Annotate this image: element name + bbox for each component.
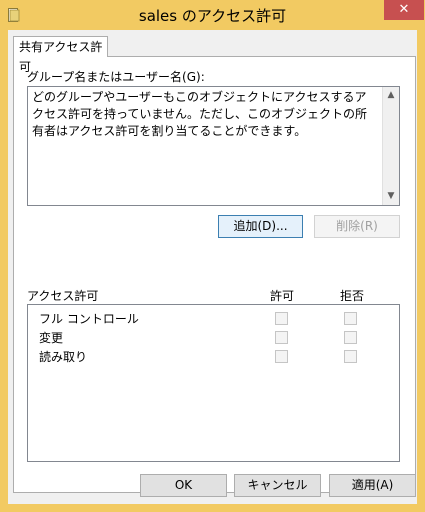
tab-share-permissions[interactable]: 共有アクセス許可 xyxy=(13,36,108,74)
close-icon: ✕ xyxy=(398,2,410,17)
deny-checkbox-change[interactable] xyxy=(344,331,357,344)
add-button[interactable]: 追加(D)... xyxy=(218,215,303,238)
tab-panel: グループ名またはユーザー名(G): どのグループやユーザーもこのオブジェクトにア… xyxy=(13,56,416,493)
allow-column-header: 許可 xyxy=(270,289,295,303)
permissions-label: アクセス許可 xyxy=(27,289,99,303)
scroll-up-arrow-icon[interactable]: ▲ xyxy=(383,87,399,104)
allow-checkbox-full-control[interactable] xyxy=(275,312,288,325)
groups-scrollbar[interactable]: ▲ ▼ xyxy=(382,87,399,205)
permission-row-full-control: フル コントロール xyxy=(28,309,399,327)
deny-checkbox-read[interactable] xyxy=(344,350,357,363)
groups-label: グループ名またはユーザー名(G): xyxy=(27,70,205,84)
deny-column-header: 拒否 xyxy=(340,289,365,303)
permission-row-read: 読み取り xyxy=(28,347,399,365)
permissions-dialog: sales のアクセス許可 ✕ 共有アクセス許可 グループ名またはユーザー名(G… xyxy=(0,0,425,512)
apply-button[interactable]: 適用(A) xyxy=(329,474,416,497)
permissions-list: フル コントロール 変更 読み取り xyxy=(27,304,400,462)
cancel-button[interactable]: キャンセル xyxy=(234,474,321,497)
window-title: sales のアクセス許可 xyxy=(138,7,287,25)
allow-checkbox-change[interactable] xyxy=(275,331,288,344)
deny-checkbox-full-control[interactable] xyxy=(344,312,357,325)
remove-button[interactable]: 削除(R) xyxy=(314,215,400,238)
permission-name: 変更 xyxy=(39,331,64,345)
dialog-client-area: 共有アクセス許可 グループ名またはユーザー名(G): どのグループやユーザーもこ… xyxy=(8,30,417,504)
permission-name: 読み取り xyxy=(39,350,88,364)
permission-name: フル コントロール xyxy=(39,312,139,326)
allow-checkbox-read[interactable] xyxy=(275,350,288,363)
groups-empty-message: どのグループやユーザーもこのオブジェクトにアクセスするアクセス許可を持っていませ… xyxy=(32,90,368,138)
title-bar[interactable]: sales のアクセス許可 ✕ xyxy=(0,0,425,30)
groups-listbox[interactable]: どのグループやユーザーもこのオブジェクトにアクセスするアクセス許可を持っていませ… xyxy=(27,86,400,206)
ok-button[interactable]: OK xyxy=(140,474,227,497)
permission-row-change: 変更 xyxy=(28,328,399,346)
close-button[interactable]: ✕ xyxy=(384,0,424,20)
scroll-down-arrow-icon[interactable]: ▼ xyxy=(383,188,399,205)
